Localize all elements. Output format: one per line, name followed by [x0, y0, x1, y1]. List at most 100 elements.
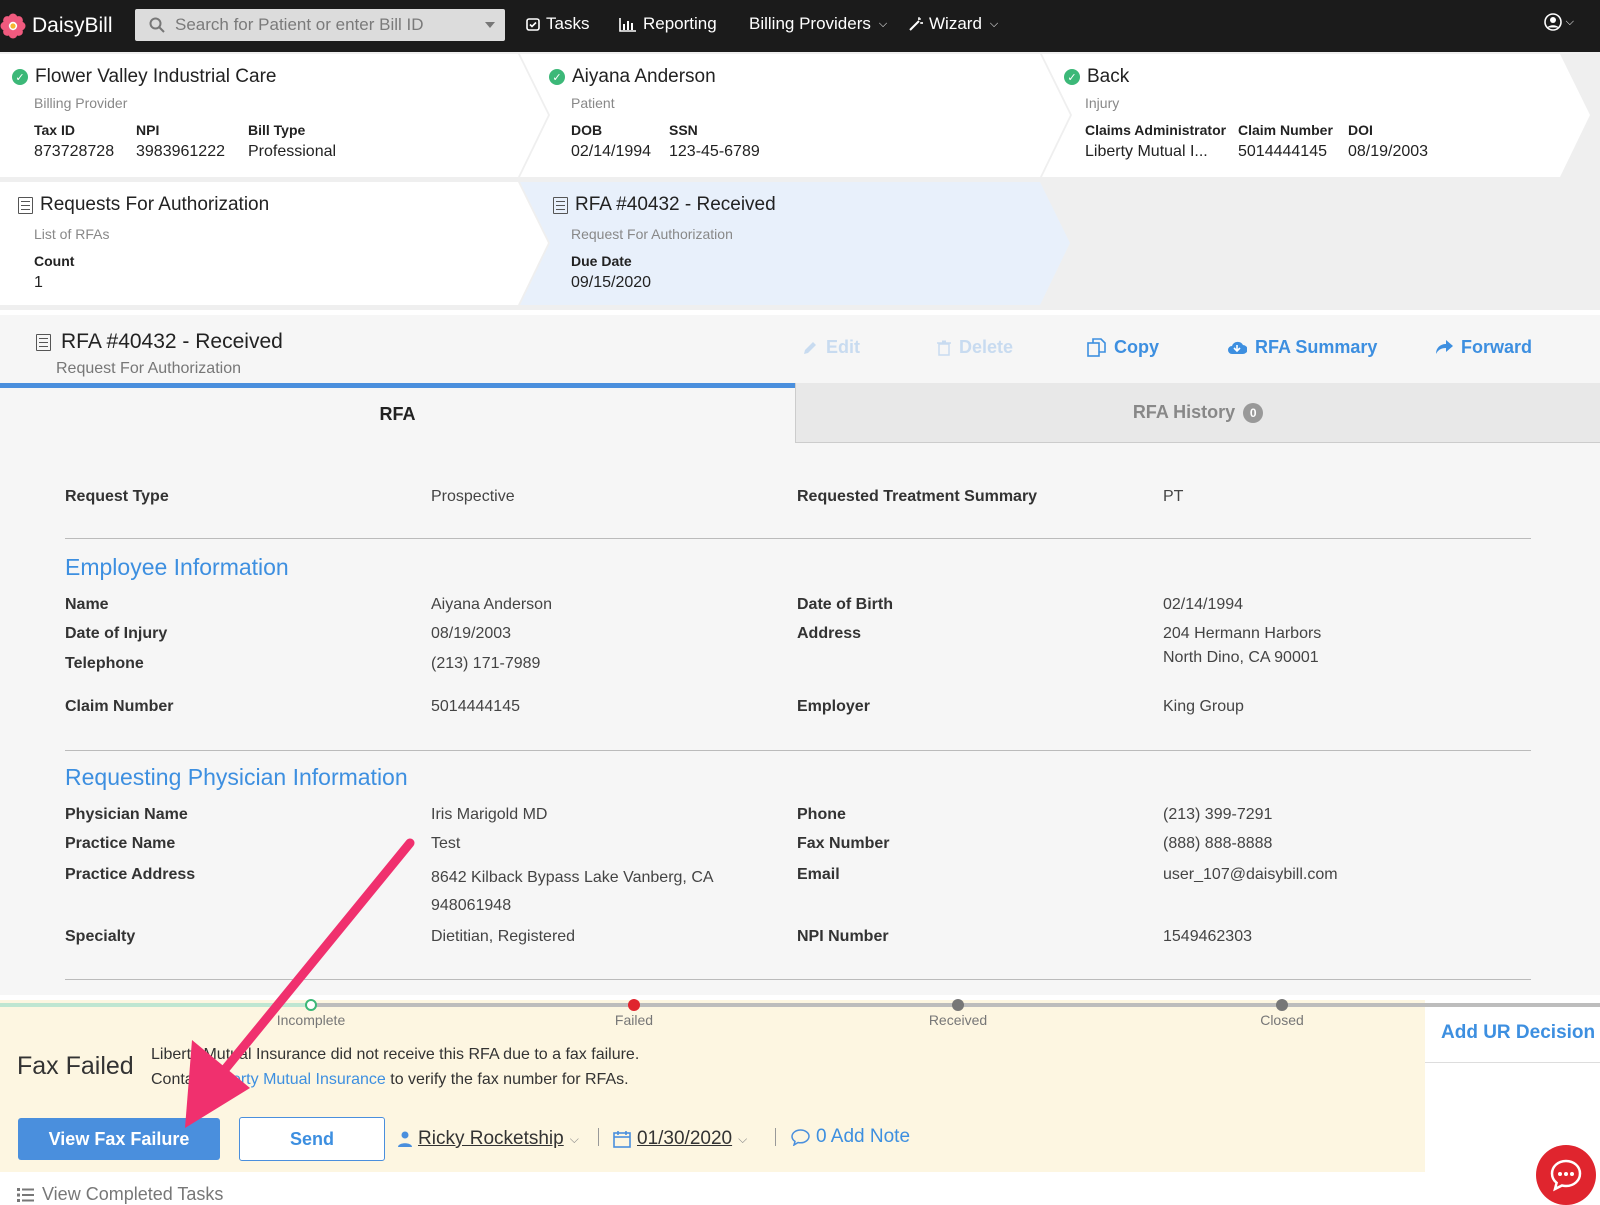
divider [65, 979, 1531, 980]
physician-name-label: Physician Name [65, 806, 188, 823]
forward-button[interactable]: Forward [1435, 337, 1532, 358]
history-count-badge: 0 [1243, 403, 1264, 424]
edit-button[interactable]: Edit [802, 337, 860, 358]
date-value: 01/30/2020 [637, 1128, 733, 1149]
rfa-list-title: Requests For Authorization [40, 194, 270, 215]
step-closed-dot [1276, 999, 1288, 1011]
dob-label: DOB [571, 122, 603, 138]
document-icon [553, 196, 568, 214]
edit-label: Edit [826, 337, 860, 357]
step-incomplete-label: Incomplete [276, 1012, 346, 1028]
assignee-select[interactable]: Ricky Rocketship ⌵ [398, 1128, 579, 1150]
brand-logo[interactable]: DaisyBill [0, 12, 113, 40]
add-ur-decision-button[interactable]: Add UR Decision [1425, 1008, 1600, 1063]
rfa-crumb-title: RFA #40432 - Received [575, 194, 776, 215]
employer-label: Employer [797, 698, 870, 715]
instruction-suffix: to verify the fax number for RFAs. [385, 1071, 629, 1088]
step-failed-label: Failed [614, 1012, 654, 1028]
user-avatar-icon [1543, 13, 1562, 31]
chat-button[interactable] [1536, 1145, 1596, 1205]
rfa-summary-button[interactable]: RFA Summary [1227, 337, 1377, 358]
specialty-value: Dietitian, Registered [431, 928, 576, 945]
fax-failed-message: Liberty Mutual Insurance did not receive… [151, 1046, 640, 1063]
fax-number-label: Fax Number [797, 835, 890, 852]
copy-button[interactable]: Copy [1087, 337, 1159, 358]
rfa-detail-panel: RFA #40432 - Received Request For Author… [0, 315, 1600, 995]
speech-bubble-icon [791, 1128, 810, 1146]
provider-subtitle: Billing Provider [34, 95, 128, 111]
document-icon [36, 333, 51, 351]
search-placeholder: Search for Patient or enter Bill ID [175, 15, 424, 34]
employee-claim-label: Claim Number [65, 698, 174, 715]
view-completed-tasks-link[interactable]: View Completed Tasks [17, 1184, 223, 1205]
delete-button[interactable]: Delete [937, 337, 1013, 358]
user-icon [398, 1131, 412, 1147]
claims-admin-value: Liberty Mutual I... [1085, 143, 1208, 160]
physician-phone-label: Phone [797, 806, 846, 823]
send-button[interactable]: Send [239, 1117, 385, 1161]
fax-failed-title: Fax Failed [17, 1052, 134, 1080]
search-dropdown-icon[interactable] [485, 22, 495, 28]
step-received-dot [952, 999, 964, 1011]
practice-address-label: Practice Address [65, 866, 196, 883]
employee-name-value: Aiyana Anderson [431, 596, 552, 613]
ssn-label: SSN [669, 122, 698, 138]
calendar-icon [613, 1131, 631, 1148]
due-date-label: Due Date [571, 253, 632, 269]
nav-billing-providers[interactable]: Billing Providers ⌵ [749, 14, 887, 34]
delete-label: Delete [959, 337, 1014, 357]
breadcrumb-shapes [0, 54, 1590, 305]
telephone-label: Telephone [65, 655, 144, 672]
provider-name: Flower Valley Industrial Care [35, 66, 277, 87]
add-note-button[interactable]: 0 Add Note [791, 1126, 910, 1148]
npi-label: NPI [136, 122, 160, 138]
tab-rfa-history[interactable]: RFA History 0 [795, 383, 1600, 443]
practice-name-value: Test [431, 835, 461, 852]
claim-number-label: Claim Number [1238, 122, 1333, 138]
carrier-link[interactable]: Liberty Mutual Insurance [211, 1071, 386, 1088]
treatment-summary-value: PT [1163, 488, 1184, 505]
address-line1: 204 Hermann Harbors [1163, 625, 1322, 642]
date-of-injury-value: 08/19/2003 [431, 625, 512, 642]
top-nav: DaisyBill Search for Patient or enter Bi… [0, 0, 1600, 52]
count-label: Count [34, 253, 75, 269]
user-menu[interactable]: ⌵ [1543, 13, 1574, 31]
npi-value: 3983961222 [136, 143, 225, 160]
search-input[interactable]: Search for Patient or enter Bill ID [135, 9, 505, 41]
employee-heading: Employee Information [65, 554, 289, 580]
rfa-crumb-subtitle: Request For Authorization [571, 226, 733, 242]
daisy-flower-icon [0, 13, 26, 39]
nav-wizard[interactable]: Wizard ⌵ [908, 14, 998, 34]
divider [65, 750, 1531, 751]
detail-tabs: RFA RFA History 0 [0, 383, 1600, 443]
copy-icon [1087, 338, 1106, 357]
claim-number-value: 5014444145 [1238, 143, 1327, 160]
share-arrow-icon [1436, 340, 1453, 354]
date-select[interactable]: 01/30/2020 ⌵ [613, 1128, 747, 1150]
pencil-icon [804, 341, 816, 354]
detail-title: RFA #40432 - Received [36, 330, 283, 354]
tab-rfa[interactable]: RFA [0, 383, 795, 443]
step-closed-label: Closed [1260, 1012, 1304, 1028]
view-fax-failure-button[interactable]: View Fax Failure [18, 1118, 220, 1160]
doi-value: 08/19/2003 [1348, 143, 1429, 160]
practice-name-label: Practice Name [65, 835, 176, 852]
nav-tasks[interactable]: Tasks [526, 14, 589, 34]
fax-number-value: (888) 888-8888 [1163, 835, 1273, 852]
employer-value: King Group [1163, 698, 1244, 715]
injury-name: Back [1087, 66, 1130, 87]
injury-subtitle: Injury [1085, 95, 1120, 111]
completed-tasks-label: View Completed Tasks [42, 1184, 224, 1204]
address-label: Address [797, 625, 862, 642]
email-value: user_107@daisybill.com [1163, 866, 1338, 883]
tax-id-label: Tax ID [34, 122, 75, 138]
separator [775, 1128, 776, 1146]
nav-reporting[interactable]: Reporting [619, 14, 717, 34]
check-circle-icon: ✓ [1064, 69, 1080, 85]
employee-name-label: Name [65, 596, 109, 613]
claims-admin-label: Claims Administrator [1085, 122, 1227, 138]
step-incomplete-dot [305, 999, 317, 1011]
specialty-label: Specialty [65, 928, 136, 945]
bill-type-value: Professional [248, 143, 337, 160]
chevron-down-icon: ⌵ [569, 1131, 579, 1146]
